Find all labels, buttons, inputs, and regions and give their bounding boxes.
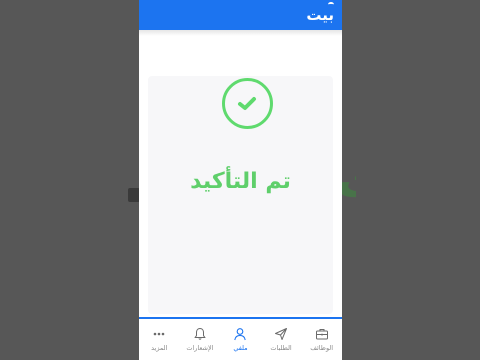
check-mark-icon — [238, 97, 256, 110]
tab-profile[interactable]: ملفي — [220, 319, 261, 360]
bottom-tab-bar: المزيد الإشعارات ملفي الطلبات الوظائف — [139, 319, 342, 360]
tab-notifications[interactable]: الإشعارات — [180, 319, 221, 360]
tab-notifications-label: الإشعارات — [186, 344, 214, 352]
more-dots-icon — [153, 332, 165, 336]
app-logo[interactable]: بيت — [306, 2, 334, 25]
user-icon — [234, 328, 247, 341]
top-bar-shadow — [139, 30, 342, 36]
tab-more[interactable]: المزيد — [139, 319, 180, 360]
confirmation-card: تم التأكيد — [148, 76, 333, 314]
tab-applications-label: الطلبات — [270, 344, 292, 352]
top-app-bar: بيت — [139, 0, 342, 30]
phone-screen: بيت تم التأكيد المزيد الإشعارات ملفي الط… — [139, 0, 342, 360]
success-check-icon — [222, 78, 273, 129]
briefcase-icon — [315, 329, 328, 340]
tab-jobs[interactable]: الوظائف — [301, 319, 342, 360]
confirmation-title: تم التأكيد — [190, 169, 291, 194]
bell-icon — [194, 327, 206, 340]
logo-roof-mark — [328, 2, 334, 7]
tab-more-label: المزيد — [151, 344, 168, 352]
tab-applications[interactable]: الطلبات — [261, 319, 302, 360]
tab-profile-label: ملفي — [233, 344, 248, 352]
send-icon — [275, 328, 288, 340]
app-logo-text: بيت — [306, 6, 334, 24]
tab-jobs-label: الوظائف — [310, 344, 334, 352]
